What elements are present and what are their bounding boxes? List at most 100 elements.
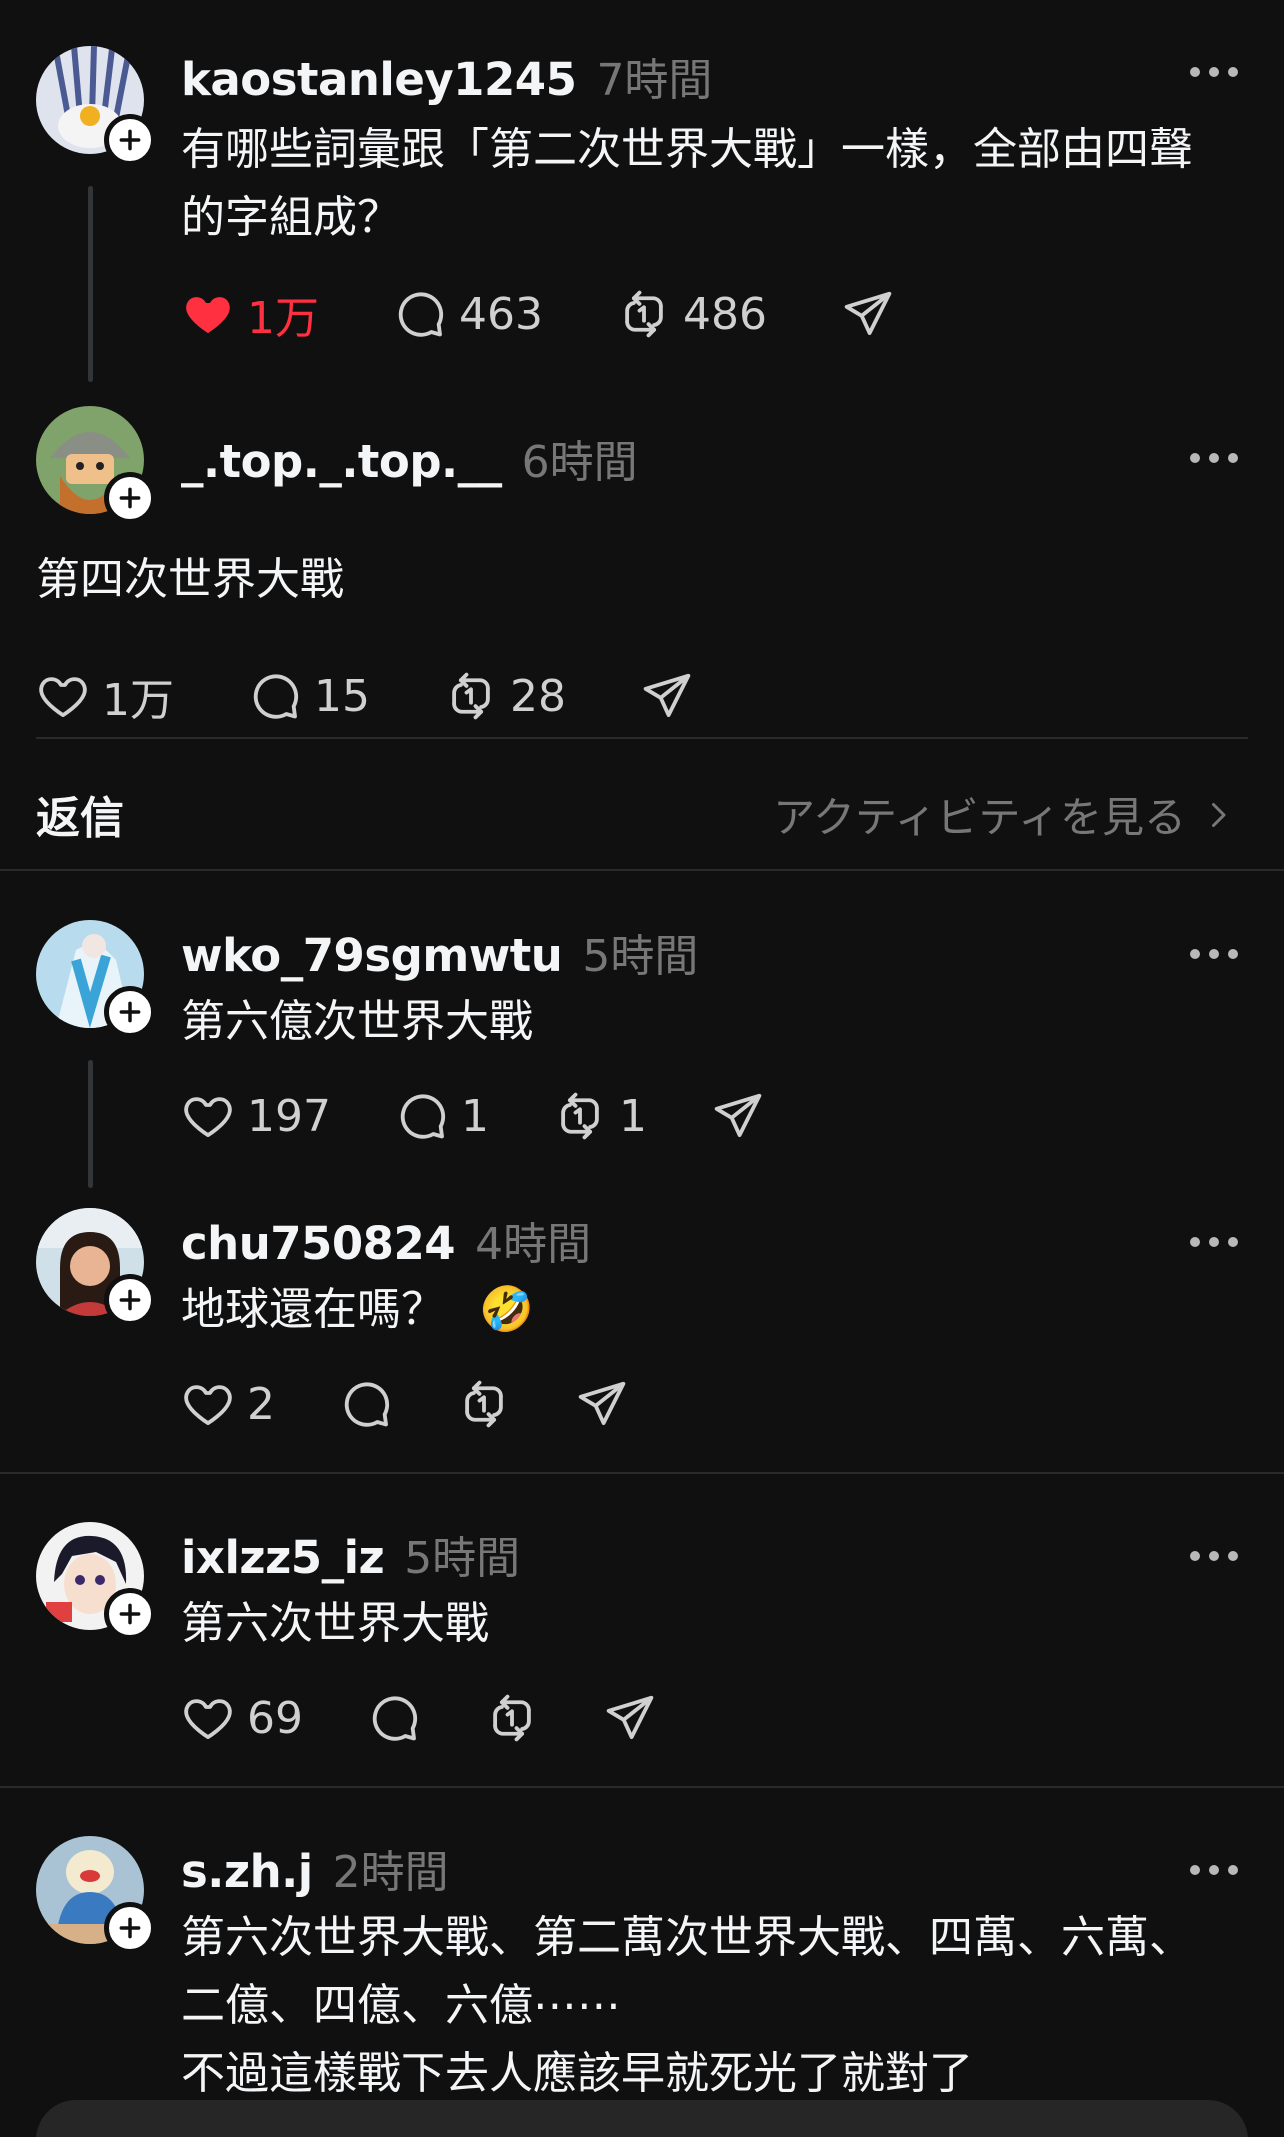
view-activity-link[interactable]: アクティビティを見る (773, 784, 1236, 845)
share-button[interactable] (640, 669, 694, 723)
share-button[interactable] (841, 287, 895, 341)
like-button[interactable]: 197 (181, 1089, 331, 1143)
comment-button[interactable] (339, 1377, 393, 1431)
more-icon[interactable] (1190, 1546, 1238, 1566)
follow-plus-icon (117, 999, 143, 1025)
repost-button[interactable]: 1 (553, 1089, 647, 1143)
share-icon (711, 1089, 765, 1143)
username[interactable]: wko_79sgmwtu (181, 929, 563, 982)
follow-button[interactable] (104, 1588, 156, 1640)
like-button[interactable]: 69 (181, 1691, 303, 1745)
reply-item: chu750824 4時間 地球還在嗎？ 🤣 2 (0, 1188, 1284, 1458)
username[interactable]: kaostanley1245 (181, 53, 577, 106)
share-icon (640, 669, 694, 723)
follow-button[interactable] (104, 472, 156, 524)
action-bar: 1万 15 28 (36, 668, 694, 726)
like-button[interactable]: 1万 (36, 664, 174, 728)
action-bar: 1万 463 486 (181, 286, 895, 344)
heart-icon (181, 1089, 235, 1143)
repost-icon (553, 1089, 607, 1143)
comment-count: 463 (459, 288, 543, 340)
more-icon[interactable] (1190, 1232, 1238, 1252)
view-activity-label: アクティビティを見る (773, 793, 1186, 842)
share-button[interactable] (711, 1089, 765, 1143)
post-time: 7時間 (596, 55, 713, 106)
action-bar: 2 (181, 1376, 629, 1432)
repost-button[interactable] (457, 1377, 511, 1431)
main-post: kaostanley1245 7時間 有哪些詞彙跟「第二次世界大戰」一樣，全部由… (0, 0, 1284, 382)
more-icon[interactable] (1190, 62, 1238, 82)
comment-count: 15 (314, 670, 370, 722)
username[interactable]: s.zh.j (181, 1845, 313, 1898)
comment-button[interactable]: 463 (393, 287, 543, 341)
like-button[interactable]: 2 (181, 1377, 275, 1431)
more-icon[interactable] (1190, 1860, 1238, 1880)
divider (0, 1786, 1284, 1788)
heart-icon (36, 669, 90, 723)
post-time: 6時間 (521, 437, 638, 488)
follow-button[interactable] (104, 986, 156, 1038)
post-time: 2時間 (332, 1847, 449, 1898)
username[interactable]: chu750824 (181, 1217, 456, 1270)
focused-reply: _.top._.top.__ 6時間 第四次世界大戰 1万 15 28 (0, 386, 1284, 746)
share-icon (575, 1377, 629, 1431)
share-button[interactable] (575, 1377, 629, 1431)
like-count: 69 (247, 1692, 303, 1744)
reply-composer-bar[interactable] (36, 2100, 1248, 2137)
repost-icon (444, 669, 498, 723)
divider (36, 737, 1248, 739)
post-time: 4時間 (475, 1219, 592, 1270)
thread-line (88, 186, 93, 382)
post-text: 地球還在嗎？ 🤣 (181, 1276, 1224, 1344)
comment-icon (393, 287, 447, 341)
thread-line (88, 1060, 93, 1188)
follow-button[interactable] (104, 114, 156, 166)
divider (0, 1472, 1284, 1474)
like-count: 2 (247, 1378, 275, 1430)
repost-count: 28 (510, 670, 566, 722)
comment-button[interactable] (367, 1691, 421, 1745)
comment-icon (395, 1089, 449, 1143)
follow-button[interactable] (104, 1902, 156, 1954)
repost-icon (485, 1691, 539, 1745)
follow-plus-icon (117, 127, 143, 153)
username[interactable]: _.top._.top.__ (181, 435, 502, 488)
repost-button[interactable]: 486 (617, 287, 767, 341)
heart-icon (181, 1691, 235, 1745)
repost-icon (457, 1377, 511, 1431)
share-icon (603, 1691, 657, 1745)
share-icon (841, 287, 895, 341)
reply-item: wko_79sgmwtu 5時間 第六億次世界大戰 197 1 1 (0, 900, 1284, 1200)
post-text: 第六次世界大戰 (181, 1598, 489, 1649)
post-header: s.zh.j 2時間 (181, 1836, 449, 1900)
post-text-content: 地球還在嗎？ (181, 1284, 445, 1335)
heart-icon (181, 287, 235, 341)
post-text: 第六億次世界大戰 (181, 996, 533, 1047)
like-button[interactable]: 1万 (181, 282, 319, 346)
follow-plus-icon (117, 1287, 143, 1313)
repost-count: 486 (682, 288, 767, 340)
comment-button[interactable]: 15 (248, 669, 370, 723)
reply-item: ixlzz5_iz 5時間 第六次世界大戰 69 (0, 1502, 1284, 1782)
post-header: chu750824 4時間 (181, 1208, 591, 1272)
post-header: ixlzz5_iz 5時間 (181, 1522, 520, 1586)
more-icon[interactable] (1190, 448, 1238, 468)
repost-button[interactable] (485, 1691, 539, 1745)
post-time: 5時間 (404, 1533, 521, 1584)
comment-count: 1 (460, 1090, 489, 1142)
share-button[interactable] (603, 1691, 657, 1745)
repost-icon (617, 287, 671, 341)
like-count: 197 (247, 1090, 331, 1142)
comment-icon (339, 1377, 393, 1431)
follow-button[interactable] (104, 1274, 156, 1326)
follow-plus-icon (117, 1601, 143, 1627)
replies-header: 返信 アクティビティを見る (0, 760, 1284, 860)
repost-button[interactable]: 28 (444, 669, 566, 723)
divider (0, 869, 1284, 871)
repost-count: 1 (618, 1090, 647, 1142)
action-bar: 197 1 1 (181, 1088, 765, 1144)
more-icon[interactable] (1190, 944, 1238, 964)
post-text: 有哪些詞彙跟「第二次世界大戰」一樣，全部由四聲的字組成？ (181, 124, 1193, 243)
username[interactable]: ixlzz5_iz (181, 1531, 385, 1584)
comment-button[interactable]: 1 (395, 1089, 489, 1143)
